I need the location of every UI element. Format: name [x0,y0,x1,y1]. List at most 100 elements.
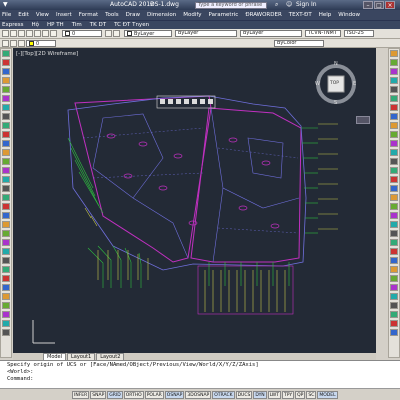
close-button[interactable]: × [385,1,395,9]
compass-east[interactable]: E [353,81,356,87]
layer-props-icon[interactable] [105,30,112,37]
color-dropdown[interactable]: ByLayer [124,30,172,37]
modify-tool-icon[interactable] [390,104,398,111]
status-toggle-dyn[interactable]: DYN [253,390,267,399]
textstyle-dropdown[interactable]: TCVN-TNMT [305,30,341,37]
status-toggle-polar[interactable]: POLAR [144,390,164,399]
status-toggle-ducs[interactable]: DUCS [235,390,253,399]
menu-item-13[interactable]: Window [338,12,360,18]
menu-item-6[interactable]: Draw [126,12,140,18]
draw-tool-icon[interactable] [2,77,10,84]
draw-tool-icon[interactable] [2,311,10,318]
modify-tool-icon[interactable] [390,176,398,183]
draw-tool-icon[interactable] [2,230,10,237]
express-menu-item-5[interactable]: TC ĐT Tnyen [114,22,149,28]
menu-item-12[interactable]: Help [319,12,332,18]
status-toggle-lwt[interactable]: LWT [267,390,281,399]
match-icon[interactable] [50,30,57,37]
modify-tool-icon[interactable] [390,302,398,309]
menu-item-2[interactable]: View [36,12,49,18]
draw-tool-icon[interactable] [2,248,10,255]
modify-tool-icon[interactable] [390,248,398,255]
modify-tool-icon[interactable] [390,95,398,102]
modify-tool-icon[interactable] [390,284,398,291]
draw-tool-icon[interactable] [2,176,10,183]
modify-tool-icon[interactable] [390,131,398,138]
modify-tool-icon[interactable] [390,167,398,174]
modify-tool-icon[interactable] [390,86,398,93]
app-menu-icon[interactable]: ▼ [3,1,8,8]
linetype-dropdown[interactable]: ByLayer [175,30,237,37]
draw-tool-icon[interactable] [2,167,10,174]
draw-tool-icon[interactable] [2,320,10,327]
status-toggle-otrack[interactable]: OTRACK [212,390,235,399]
modify-tool-icon[interactable] [390,185,398,192]
status-toggle-infer[interactable]: INFER [72,390,90,399]
status-toggle-ortho[interactable]: ORTHO [123,390,144,399]
status-toggle-qp[interactable]: QP [295,390,306,399]
layer-freeze-icon[interactable] [10,39,17,47]
new-icon[interactable] [2,30,9,37]
draw-tool-icon[interactable] [2,284,10,291]
modify-tool-icon[interactable] [390,194,398,201]
draw-tool-icon[interactable] [2,203,10,210]
compass-south[interactable]: S [334,100,337,106]
status-toggle-osnap[interactable]: OSNAP [164,390,185,399]
tab-layout2[interactable]: Layout2 [96,353,125,360]
menu-item-0[interactable]: File [2,12,11,18]
tab-model[interactable]: Model [43,353,67,360]
navigation-bar[interactable] [356,116,370,124]
command-prompt[interactable]: Command: [7,376,400,383]
draw-tool-icon[interactable] [2,266,10,273]
draw-tool-icon[interactable] [2,185,10,192]
search-icon[interactable]: ⌕ [275,1,278,9]
draw-tool-icon[interactable] [2,68,10,75]
draw-tool-icon[interactable] [2,50,10,57]
modify-tool-icon[interactable] [390,140,398,147]
draw-tool-icon[interactable] [2,158,10,165]
express-menu-item-0[interactable]: Express [2,22,23,28]
menu-item-7[interactable]: Dimension [147,12,176,18]
search-input[interactable]: Type a keyword or phrase [195,2,267,9]
modify-tool-icon[interactable] [390,149,398,156]
draw-tool-icon[interactable] [2,149,10,156]
status-toggle-3dosnap[interactable]: 3DOSNAP [185,390,212,399]
open-icon[interactable] [10,30,17,37]
draw-tool-icon[interactable] [2,122,10,129]
undo-icon[interactable] [34,30,41,37]
layer-state-icon[interactable] [113,30,120,37]
draw-tool-icon[interactable] [2,86,10,93]
modify-tool-icon[interactable] [390,293,398,300]
status-toggle-model[interactable]: MODEL [317,390,338,399]
viewcube-face-label[interactable]: TOP [330,81,339,86]
drawing-viewport[interactable]: [-][Top][2D Wireframe] TOP N S E W [13,48,376,353]
menu-item-8[interactable]: Modify [183,12,201,18]
draw-tool-icon[interactable] [2,194,10,201]
draw-tool-icon[interactable] [2,302,10,309]
express-menu-item-2[interactable]: HP TH [47,22,64,28]
maximize-button[interactable]: □ [374,1,384,9]
dimstyle-dropdown[interactable]: ISO-25 [344,30,374,37]
draw-tool-icon[interactable] [2,275,10,282]
menu-item-5[interactable]: Tools [105,12,119,18]
draw-tool-icon[interactable] [2,329,10,336]
modify-tool-icon[interactable] [390,212,398,219]
modify-tool-icon[interactable] [390,266,398,273]
draw-tool-icon[interactable] [2,95,10,102]
layer-lock-icon[interactable] [18,39,25,47]
layer-mini-dropdown[interactable]: 0 [26,39,56,47]
modify-tool-icon[interactable] [390,329,398,336]
draw-tool-icon[interactable] [2,212,10,219]
draw-tool-icon[interactable] [2,221,10,228]
menu-item-1[interactable]: Edit [18,12,29,18]
status-toggle-snap[interactable]: SNAP [90,390,107,399]
express-menu-item-4[interactable]: TK DT [90,22,106,28]
tab-layout1[interactable]: Layout1 [67,353,96,360]
command-line[interactable]: Specify origin of UCS or [Face/NAmed/OBj… [0,360,400,388]
compass-north[interactable]: N [334,61,338,67]
modify-tool-icon[interactable] [390,68,398,75]
modify-tool-icon[interactable] [390,158,398,165]
modify-tool-icon[interactable] [390,50,398,57]
redo-icon[interactable] [42,30,49,37]
modify-tool-icon[interactable] [390,122,398,129]
